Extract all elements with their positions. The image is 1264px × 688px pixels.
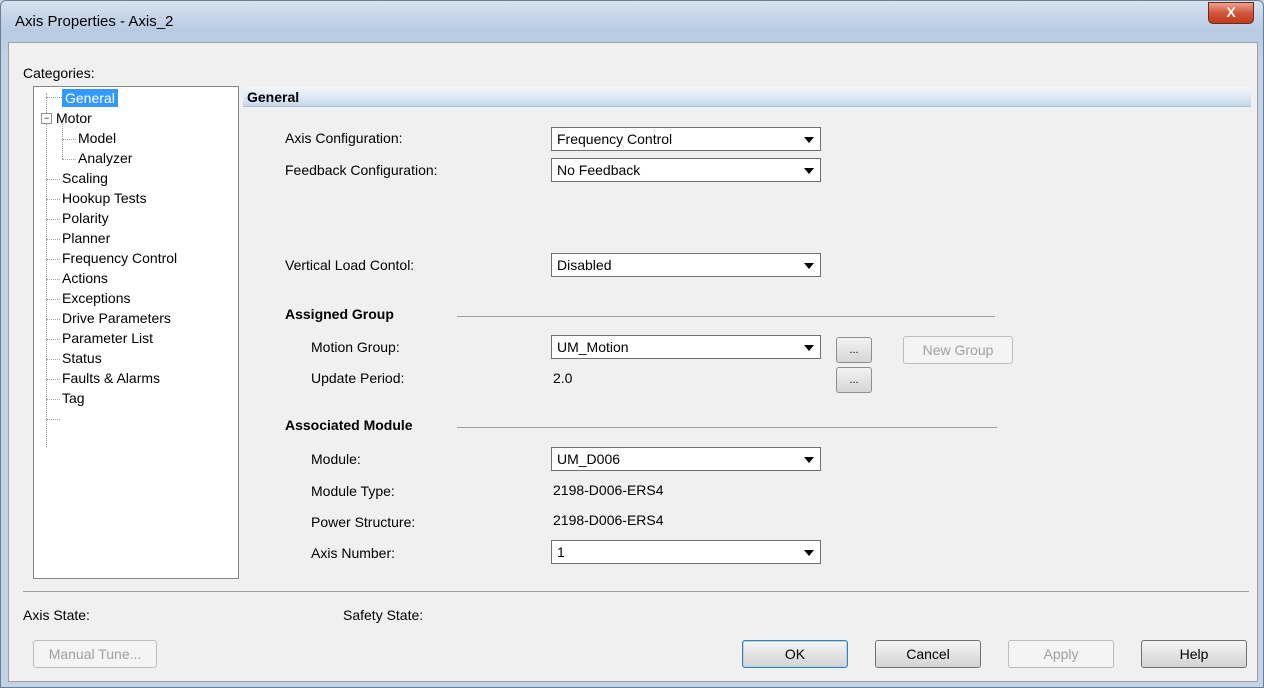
assigned-group-heading: Assigned Group xyxy=(285,306,394,322)
help-button[interactable]: Help xyxy=(1141,640,1247,668)
axis-state-label: Axis State: xyxy=(23,607,90,623)
power-structure-label: Power Structure: xyxy=(311,514,416,530)
categories-label: Categories: xyxy=(23,65,95,81)
tree-connector xyxy=(46,319,60,320)
vertical-load-control-select[interactable]: Disabled xyxy=(551,253,821,277)
tree-connector xyxy=(46,179,60,180)
tree-item-status[interactable]: Status xyxy=(62,349,102,367)
close-button[interactable]: X xyxy=(1208,2,1254,24)
tree-item-polarity[interactable]: Polarity xyxy=(62,209,109,227)
chevron-down-icon xyxy=(804,550,814,556)
tree-item-tag[interactable]: Tag xyxy=(62,389,85,407)
footer-divider xyxy=(23,591,1249,592)
tree-connector xyxy=(46,359,60,360)
chevron-down-icon xyxy=(804,137,814,143)
axis-number-label: Axis Number: xyxy=(311,545,396,561)
tree-item-model[interactable]: Model xyxy=(78,129,116,147)
ok-button[interactable]: OK xyxy=(742,640,848,668)
tree-item-general[interactable]: General xyxy=(62,89,118,107)
module-select[interactable]: UM_D006 xyxy=(551,447,821,471)
tree-item-analyzer[interactable]: Analyzer xyxy=(78,149,132,167)
vertical-load-control-label: Vertical Load Contol: xyxy=(285,257,415,273)
tree-item-hookup-tests[interactable]: Hookup Tests xyxy=(62,189,147,207)
motion-group-label: Motion Group: xyxy=(311,339,400,355)
axis-number-select[interactable]: 1 xyxy=(551,540,821,564)
categories-tree[interactable]: General − Motor Model Analyzer Scaling H… xyxy=(33,86,239,579)
module-value: UM_D006 xyxy=(557,451,621,467)
dialog-client-area: Categories: General − Motor Model Analyz… xyxy=(8,42,1258,682)
tree-connector xyxy=(46,419,60,420)
tree-connector xyxy=(62,159,76,160)
update-period-label: Update Period: xyxy=(311,370,405,386)
tree-item-frequency-control[interactable]: Frequency Control xyxy=(62,249,177,267)
chevron-down-icon xyxy=(804,345,814,351)
power-structure-value: 2198-D006-ERS4 xyxy=(553,512,664,528)
tree-item-actions[interactable]: Actions xyxy=(62,269,108,287)
tree-item-scaling[interactable]: Scaling xyxy=(62,169,108,187)
tree-item-exceptions[interactable]: Exceptions xyxy=(62,289,130,307)
tree-item-parameter-list[interactable]: Parameter List xyxy=(62,329,153,347)
manual-tune-button[interactable]: Manual Tune... xyxy=(33,640,157,668)
chevron-down-icon xyxy=(804,168,814,174)
cancel-button[interactable]: Cancel xyxy=(875,640,981,668)
update-period-browse-button[interactable]: ... xyxy=(836,367,872,393)
feedback-configuration-value: No Feedback xyxy=(557,162,641,178)
tree-item-drive-parameters[interactable]: Drive Parameters xyxy=(62,309,171,327)
axis-configuration-select[interactable]: Frequency Control xyxy=(551,127,821,151)
tree-connector xyxy=(46,97,62,98)
tree-connector xyxy=(46,279,60,280)
tree-connector xyxy=(46,219,60,220)
collapse-icon[interactable]: − xyxy=(41,113,52,124)
section-header-general: General xyxy=(243,87,1251,107)
apply-button[interactable]: Apply xyxy=(1008,640,1114,668)
axis-number-value: 1 xyxy=(557,544,565,560)
update-period-value: 2.0 xyxy=(553,370,573,386)
tree-item-faults-alarms[interactable]: Faults & Alarms xyxy=(62,369,160,387)
feedback-configuration-label: Feedback Configuration: xyxy=(285,162,438,178)
tree-connector xyxy=(46,399,60,400)
module-label: Module: xyxy=(311,451,361,467)
tree-connector xyxy=(46,259,60,260)
module-type-value: 2198-D006-ERS4 xyxy=(553,482,664,498)
feedback-configuration-select[interactable]: No Feedback xyxy=(551,158,821,182)
tree-connector xyxy=(46,239,60,240)
vertical-load-control-value: Disabled xyxy=(557,257,612,273)
axis-configuration-value: Frequency Control xyxy=(557,131,673,147)
tree-item-motor[interactable]: Motor xyxy=(56,109,92,127)
associated-module-heading: Associated Module xyxy=(285,417,413,433)
chevron-down-icon xyxy=(804,457,814,463)
motion-group-select[interactable]: UM_Motion xyxy=(551,335,821,359)
motion-group-browse-button[interactable]: ... xyxy=(836,337,872,363)
safety-state-label: Safety State: xyxy=(343,607,424,623)
associated-module-divider xyxy=(457,427,997,428)
tree-connector xyxy=(46,199,60,200)
title-bar[interactable]: Axis Properties - Axis_2 X xyxy=(1,1,1263,41)
tree-connector xyxy=(62,139,76,140)
window-title: Axis Properties - Axis_2 xyxy=(15,13,174,30)
new-group-button[interactable]: New Group xyxy=(903,336,1013,364)
tree-item-planner[interactable]: Planner xyxy=(62,229,110,247)
module-type-label: Module Type: xyxy=(311,483,395,499)
chevron-down-icon xyxy=(804,263,814,269)
tree-connector xyxy=(46,379,60,380)
tree-connector xyxy=(46,93,47,447)
motion-group-value: UM_Motion xyxy=(557,339,629,355)
axis-configuration-label: Axis Configuration: xyxy=(285,130,403,146)
assigned-group-divider xyxy=(457,316,995,317)
tree-connector xyxy=(46,339,60,340)
tree-connector xyxy=(46,299,60,300)
